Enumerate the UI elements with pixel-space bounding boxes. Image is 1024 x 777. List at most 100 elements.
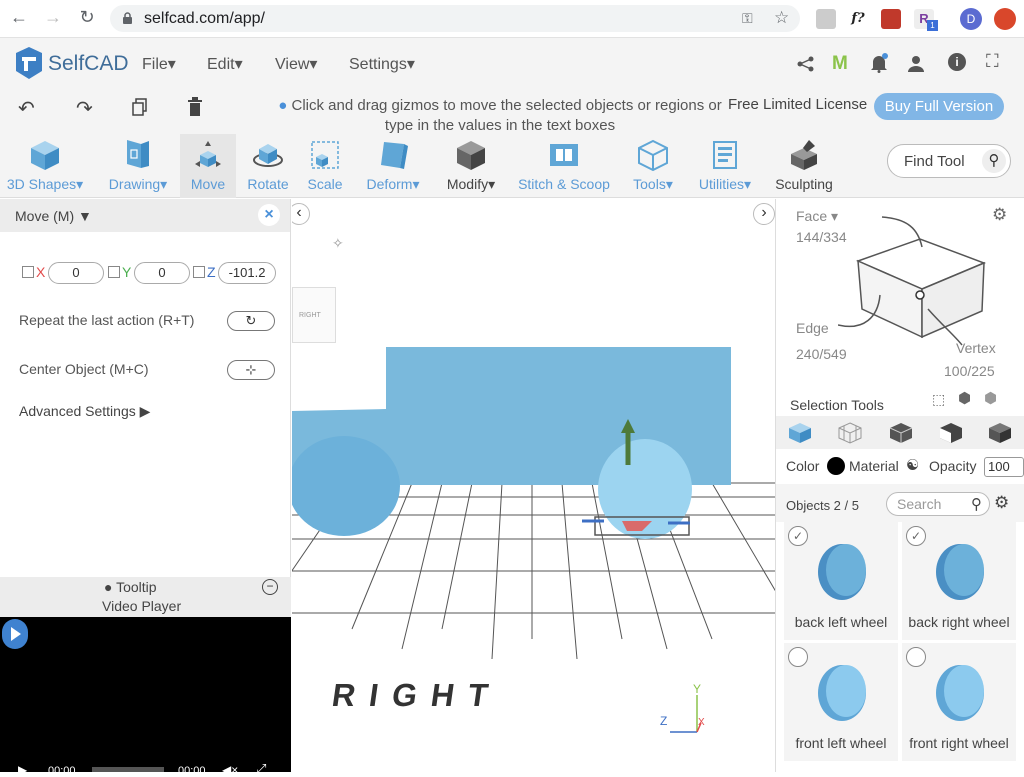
camera-icon[interactable]: ✧ bbox=[332, 235, 344, 252]
move-panel-title: Move (M) ▼ bbox=[15, 208, 92, 224]
object-card-back-right-wheel[interactable]: ✓ back right wheel bbox=[902, 522, 1016, 640]
tools-icon bbox=[638, 139, 668, 172]
center-object-button[interactable]: ⊹ bbox=[227, 360, 275, 380]
trash-icon[interactable] bbox=[187, 97, 203, 117]
select-edge-icon[interactable] bbox=[889, 422, 913, 444]
extension-red-icon[interactable] bbox=[994, 8, 1016, 30]
move-panel: Move (M) ▼ × X 0 Y 0 Z -101.2 Repeat the… bbox=[0, 199, 291, 577]
info-icon[interactable]: i bbox=[948, 53, 966, 71]
caret-down-icon: ▾ bbox=[831, 208, 839, 224]
bookmark-star-icon[interactable]: ☆ bbox=[774, 8, 789, 28]
menu-file[interactable]: File▾ bbox=[142, 54, 176, 74]
play-badge-icon[interactable] bbox=[2, 619, 28, 649]
video-progress-bar[interactable] bbox=[92, 767, 164, 772]
select-vertex-icon[interactable] bbox=[939, 422, 963, 444]
z-axis-label: Z bbox=[207, 264, 216, 280]
undo-icon[interactable]: ↶ bbox=[18, 96, 35, 121]
face-mode-select[interactable]: Face ▾ bbox=[796, 208, 838, 225]
selection-mode-cube[interactable] bbox=[838, 213, 996, 353]
video-player[interactable]: ▶ 00:00 00:00 ◀× ⤢ bbox=[0, 617, 291, 777]
opacity-input[interactable]: 100 bbox=[984, 457, 1024, 477]
redo-icon[interactable]: ↷ bbox=[76, 96, 93, 121]
m-icon[interactable]: M bbox=[832, 53, 848, 75]
view-cube[interactable]: RIGHT bbox=[292, 287, 336, 343]
volume-mute-icon[interactable]: ◀× bbox=[222, 763, 238, 777]
select-box-icon[interactable]: ⬢ bbox=[984, 389, 997, 407]
select-object-icon[interactable] bbox=[788, 422, 812, 444]
object-checkbox[interactable]: ✓ bbox=[906, 526, 926, 546]
menu-edit[interactable]: Edit▾ bbox=[207, 54, 243, 74]
extension-book-icon[interactable] bbox=[881, 9, 901, 29]
material-label[interactable]: Material bbox=[849, 458, 899, 474]
select-cube-icon[interactable]: ⬢ bbox=[958, 389, 971, 407]
z-lock-checkbox[interactable] bbox=[193, 266, 205, 278]
tool-tools[interactable]: Tools▾ bbox=[624, 134, 682, 198]
scene-canvas[interactable]: RIGHT Y Z X bbox=[292, 199, 775, 772]
select-cursor-icon[interactable]: ⬚ bbox=[932, 391, 945, 408]
user-icon[interactable] bbox=[907, 55, 925, 73]
x-input[interactable]: 0 bbox=[48, 262, 104, 284]
menu-view[interactable]: View▾ bbox=[275, 54, 317, 74]
menu-settings[interactable]: Settings▾ bbox=[349, 54, 415, 74]
tool-move[interactable]: Move bbox=[180, 134, 236, 198]
material-swirl-icon[interactable]: ☯ bbox=[906, 456, 919, 474]
share-icon[interactable] bbox=[797, 56, 815, 72]
lock-icon bbox=[123, 12, 132, 24]
tool-3d-shapes[interactable]: 3D Shapes▾ bbox=[0, 134, 90, 198]
back-wheel[interactable] bbox=[292, 436, 400, 536]
play-triangle-icon bbox=[11, 627, 21, 641]
reload-icon[interactable]: ↻ bbox=[76, 7, 98, 28]
close-icon[interactable]: × bbox=[258, 204, 280, 226]
back-icon[interactable]: ← bbox=[8, 7, 30, 28]
tool-stitch-scoop[interactable]: Stitch & Scoop bbox=[514, 134, 614, 198]
forward-icon[interactable]: → bbox=[42, 7, 64, 28]
tool-scale[interactable]: Scale bbox=[300, 134, 350, 198]
x-lock-checkbox[interactable] bbox=[22, 266, 34, 278]
object-card-front-left-wheel[interactable]: front left wheel bbox=[784, 643, 898, 761]
select-face-icon[interactable] bbox=[838, 422, 862, 444]
video-fullscreen-icon[interactable]: ⤢ bbox=[256, 761, 266, 777]
collapse-icon[interactable]: − bbox=[262, 579, 278, 595]
objects-search-input[interactable]: Search ⚲ bbox=[886, 492, 990, 516]
tool-sculpting[interactable]: Sculpting bbox=[768, 134, 840, 198]
key-icon[interactable]: ⚿ bbox=[742, 10, 753, 27]
vertex-label[interactable]: Vertex bbox=[956, 340, 996, 356]
center-object-label: Center Object (M+C) bbox=[19, 361, 149, 377]
search-icon[interactable]: ⚲ bbox=[982, 149, 1006, 173]
tool-modify[interactable]: Modify▾ bbox=[438, 134, 504, 198]
edge-label[interactable]: Edge bbox=[796, 320, 829, 336]
tool-utilities[interactable]: Utilities▾ bbox=[690, 134, 760, 198]
z-input[interactable]: -101.2 bbox=[218, 262, 276, 284]
advanced-settings-toggle[interactable]: Advanced Settings ▶ bbox=[19, 402, 150, 421]
search-icon[interactable]: ⚲ bbox=[971, 495, 982, 513]
extension-r-icon[interactable] bbox=[816, 9, 836, 29]
object-card-front-right-wheel[interactable]: front right wheel bbox=[902, 643, 1016, 761]
cube-icon bbox=[31, 141, 59, 170]
collapse-right-panel-icon[interactable]: › bbox=[753, 203, 775, 225]
buy-full-version-button[interactable]: Buy Full Version bbox=[874, 93, 1004, 120]
object-checkbox[interactable] bbox=[906, 647, 926, 667]
y-axis-label: Y bbox=[122, 264, 132, 280]
y-lock-checkbox[interactable] bbox=[108, 266, 120, 278]
object-checkbox[interactable] bbox=[788, 647, 808, 667]
tool-drawing[interactable]: Drawing▾ bbox=[100, 134, 176, 198]
video-play-icon[interactable]: ▶ bbox=[18, 763, 27, 777]
find-tool-search[interactable]: Find Tool ⚲ bbox=[887, 144, 1011, 178]
fullscreen-icon[interactable]: ⛶ bbox=[986, 51, 999, 72]
address-bar[interactable]: selfcad.com/app/ ⚿ ☆ bbox=[110, 5, 800, 32]
objects-settings-gear-icon[interactable]: ⚙ bbox=[994, 493, 1009, 513]
extension-f-icon[interactable]: f? bbox=[848, 9, 868, 29]
color-swatch[interactable] bbox=[827, 457, 845, 475]
3d-viewport[interactable]: RIGHT Y Z X RIGHT ✧ ‹ › bbox=[292, 199, 775, 772]
y-input[interactable]: 0 bbox=[134, 262, 190, 284]
tool-scale-label: Scale bbox=[307, 176, 343, 192]
repeat-action-button[interactable]: ↻ bbox=[227, 311, 275, 331]
select-region-icon[interactable] bbox=[988, 422, 1012, 444]
tool-deform[interactable]: Deform▾ bbox=[358, 134, 428, 198]
object-card-back-left-wheel[interactable]: ✓ back left wheel bbox=[784, 522, 898, 640]
object-checkbox[interactable]: ✓ bbox=[788, 526, 808, 546]
profile-avatar[interactable]: D bbox=[960, 8, 982, 30]
copy-icon[interactable] bbox=[132, 98, 148, 116]
notifications-icon[interactable] bbox=[870, 53, 888, 73]
tool-rotate[interactable]: Rotate bbox=[240, 134, 296, 198]
